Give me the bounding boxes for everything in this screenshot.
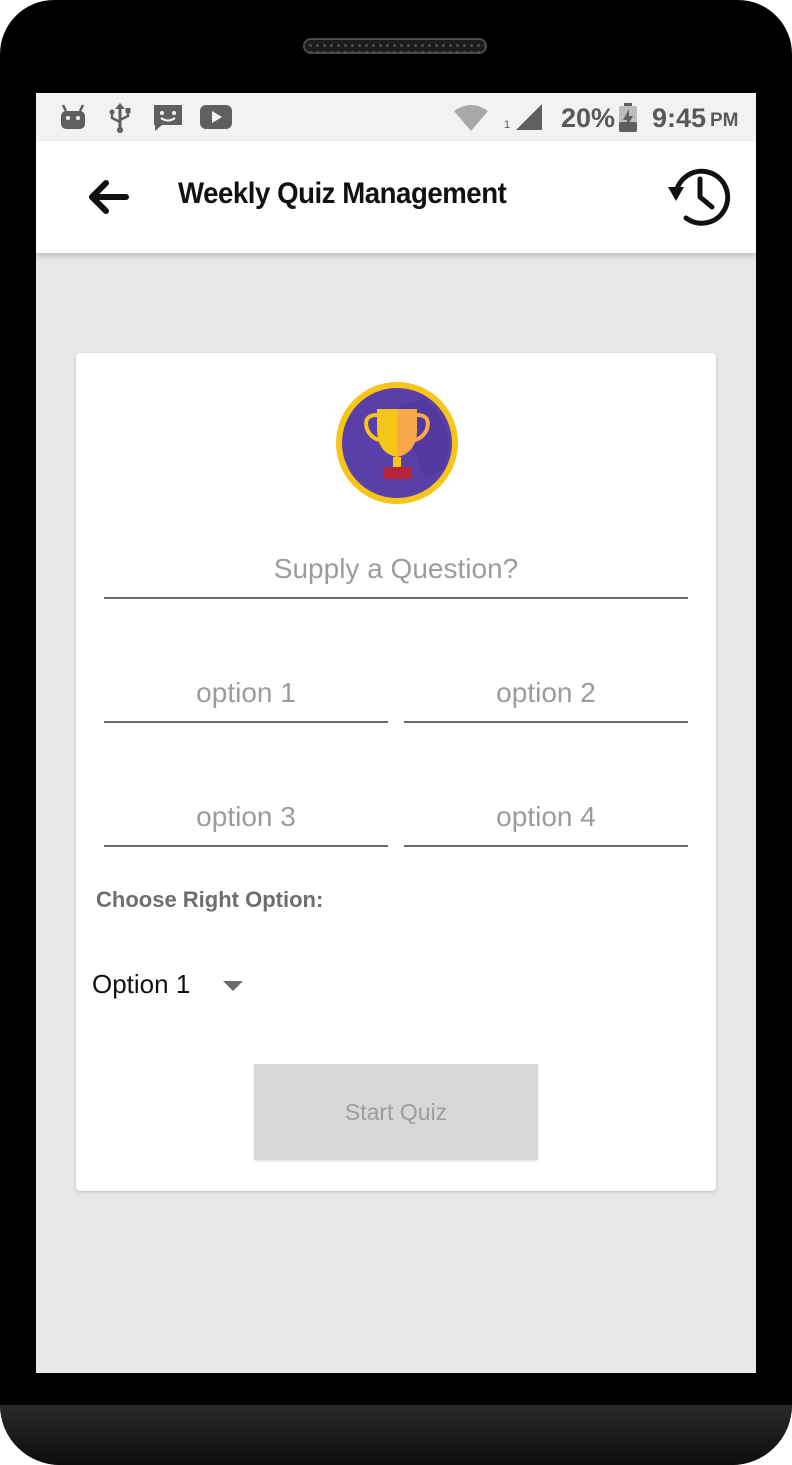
dropdown-arrow-icon: [223, 981, 243, 991]
status-ampm: PM: [710, 110, 739, 131]
status-bar: 1 20% 9:45 PM: [36, 93, 756, 141]
status-time: 9:45: [652, 103, 707, 133]
page-title: Weekly Quiz Management: [178, 177, 507, 210]
option4-input[interactable]: [404, 795, 688, 847]
phone-speaker: [303, 38, 487, 54]
battery-charging-icon: [618, 103, 638, 138]
history-button[interactable]: [666, 163, 734, 231]
usb-icon: [108, 103, 132, 138]
battery-percent: 20%: [561, 103, 616, 133]
signal-sub-label: 1: [504, 119, 511, 131]
trophy-icon: [336, 382, 458, 504]
phone-bottom-bezel: [0, 1405, 792, 1465]
android-debug-icon: [60, 103, 86, 136]
phone-frame: 1 20% 9:45 PM Weekly Quiz Management Sup…: [0, 0, 792, 1465]
app-screen: 1 20% 9:45 PM Weekly Quiz Management Sup…: [36, 93, 756, 1373]
option2-input[interactable]: [404, 671, 688, 723]
start-quiz-button[interactable]: Start Quiz: [254, 1064, 538, 1160]
selected-option-value: Option 1: [92, 969, 191, 999]
quiz-form-card: Choose Right Option: Option 1 Start Quiz: [76, 353, 716, 1191]
history-icon: [668, 168, 731, 226]
arrow-back-icon: [89, 180, 129, 214]
choose-option-label: Choose Right Option:: [96, 887, 324, 912]
signal-icon: [514, 103, 544, 136]
option1-input[interactable]: [104, 671, 388, 723]
option3-input[interactable]: [104, 795, 388, 847]
app-bar: Weekly Quiz Management: [36, 141, 756, 253]
right-option-dropdown[interactable]: Option 1: [92, 963, 262, 1007]
youtube-icon: [200, 105, 232, 134]
wifi-icon: [454, 105, 488, 136]
question-input[interactable]: [104, 547, 688, 599]
back-button[interactable]: [80, 169, 136, 225]
message-icon: [152, 103, 184, 138]
